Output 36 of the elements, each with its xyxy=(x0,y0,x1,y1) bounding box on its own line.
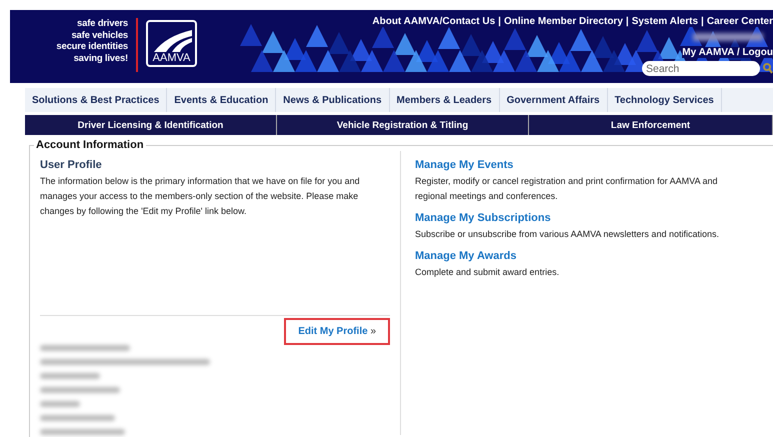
section-title: User Profile xyxy=(40,159,103,171)
road-icon xyxy=(152,28,192,52)
section-link[interactable]: Manage My Events xyxy=(415,159,743,171)
panel-title: Account Information xyxy=(35,139,145,151)
nav-item[interactable]: Solutions & Best Practices xyxy=(25,88,168,112)
description: Complete and submit award entries. xyxy=(415,266,560,279)
tagline: safe drivers xyxy=(77,18,128,30)
header-link[interactable]: Online Member Directory xyxy=(504,16,623,27)
blurred-name xyxy=(693,33,763,41)
description: Subscribe or unsubscribe from various AAMVA newsletters and notifications. xyxy=(415,228,720,241)
separator: | xyxy=(497,16,502,27)
tagline: safe vehicles xyxy=(71,30,128,41)
nav-item[interactable]: Members & Leaders xyxy=(390,88,500,112)
header-link[interactable]: System Alerts xyxy=(632,16,698,27)
nav-item[interactable]: Government Affairs xyxy=(500,88,608,112)
account-links[interactable]: My AAMVA / Logou xyxy=(682,47,773,58)
subnav-item[interactable]: Driver Licensing & Identification xyxy=(25,115,277,135)
section-link[interactable]: Manage My Awards xyxy=(415,250,743,262)
logo[interactable]: AAMVA xyxy=(146,20,197,67)
subnav-item[interactable]: Law Enforcement xyxy=(529,115,773,135)
description: Register, modify or cancel registration and print confirmation for AAMVA and regional meetings and conferences. xyxy=(415,175,718,203)
nav-item[interactable]: Events & Education xyxy=(167,88,276,112)
nav-item[interactable]: News & Publications xyxy=(276,88,390,112)
subnav-item[interactable]: Vehicle Registration & Titling xyxy=(277,115,529,135)
search-field[interactable]: Search xyxy=(642,61,760,76)
description: The information below is the primary information that we have on file for you and manages your access to the members-only section of the website. Please make changes by following the 'Edit my Profile' link below. xyxy=(40,175,361,218)
tagline: saving lives! xyxy=(74,52,128,64)
edit-profile-link[interactable]: Edit My Profile » xyxy=(284,318,390,345)
nav-item[interactable]: Technology Services xyxy=(608,88,722,112)
search-icon[interactable] xyxy=(763,63,773,74)
separator: | xyxy=(624,16,630,27)
header-link[interactable]: About AAMVA/Contact Us xyxy=(372,16,496,27)
tagline: secure identities xyxy=(56,41,128,52)
section-link[interactable]: Manage My Subscriptions xyxy=(415,212,743,224)
separator: | xyxy=(700,16,705,27)
header-link[interactable]: Career Center xyxy=(706,16,773,27)
